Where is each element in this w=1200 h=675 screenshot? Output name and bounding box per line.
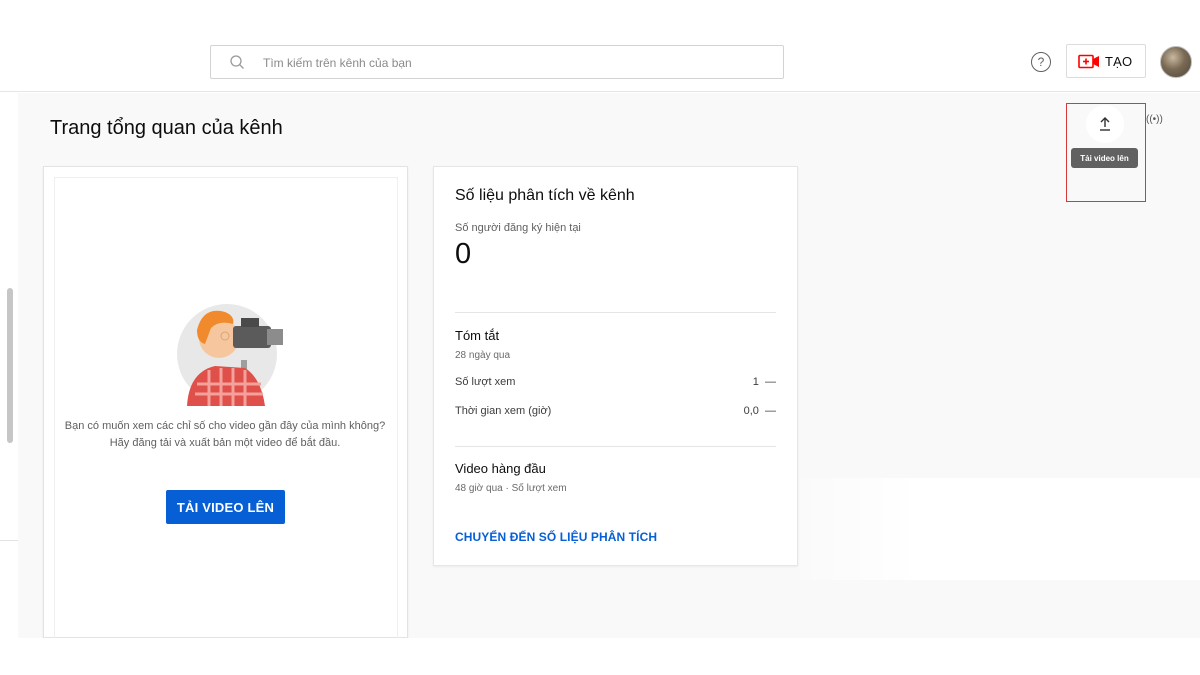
empty-state-line2: Hãy đăng tải và xuất bản một video để bắ…: [109, 437, 341, 449]
highlight-box: [1066, 103, 1146, 202]
background-patch: [800, 478, 1200, 580]
go-to-analytics-link[interactable]: CHUYỂN ĐẾN SỐ LIỆU PHÂN TÍCH: [455, 530, 657, 544]
camera-person-illustration: [177, 304, 283, 406]
channel-search-box[interactable]: [210, 45, 784, 79]
top-videos-title: Video hàng đầu: [455, 461, 546, 476]
avatar[interactable]: [1160, 46, 1192, 78]
summary-title: Tóm tắt: [455, 328, 500, 343]
analytics-title: Số liệu phân tích về kênh: [455, 187, 635, 204]
metric-views-label: Số lượt xem: [455, 376, 516, 388]
metric-watchtime-label: Thời gian xem (giờ): [455, 405, 552, 417]
upload-video-button[interactable]: TẢI VIDEO LÊN: [166, 490, 285, 524]
create-button[interactable]: TẠO: [1066, 44, 1146, 78]
subscribers-count: 0: [455, 238, 472, 270]
search-icon[interactable]: [229, 54, 245, 70]
metric-watchtime-trend: —: [765, 405, 776, 417]
left-sidebar-edge: [0, 93, 18, 638]
scrollbar-thumb[interactable]: [7, 288, 13, 443]
top-videos-subtitle: 48 giờ qua · Số lượt xem: [455, 483, 567, 494]
page-title: Trang tổng quan của kênh: [50, 117, 283, 139]
empty-state-line1: Bạn có muốn xem các chỉ số cho video gần…: [64, 420, 386, 432]
metric-views-trend: —: [765, 376, 776, 388]
live-icon[interactable]: ((•)): [1146, 114, 1163, 125]
metric-watchtime-value: 0,0 —: [744, 405, 776, 417]
summary-period: 28 ngày qua: [455, 350, 511, 361]
create-label: TẠO: [1105, 53, 1133, 69]
bottom-margin: [0, 638, 1200, 675]
help-icon[interactable]: ?: [1031, 52, 1051, 72]
metric-watchtime-number: 0,0: [743, 405, 759, 417]
search-input[interactable]: [263, 52, 763, 74]
sidebar-divider: [0, 540, 18, 541]
metric-views-number: 1: [752, 376, 759, 388]
empty-state-text: Bạn có muốn xem các chỉ số cho video gần…: [60, 418, 390, 452]
top-bar: ? TẠO: [0, 28, 1200, 92]
analytics-divider: [455, 312, 776, 313]
analytics-divider-2: [455, 446, 776, 447]
metric-views-value: 1 —: [753, 376, 776, 388]
create-camera-icon: [1078, 54, 1099, 68]
subscribers-label: Số người đăng ký hiện tại: [455, 222, 581, 234]
